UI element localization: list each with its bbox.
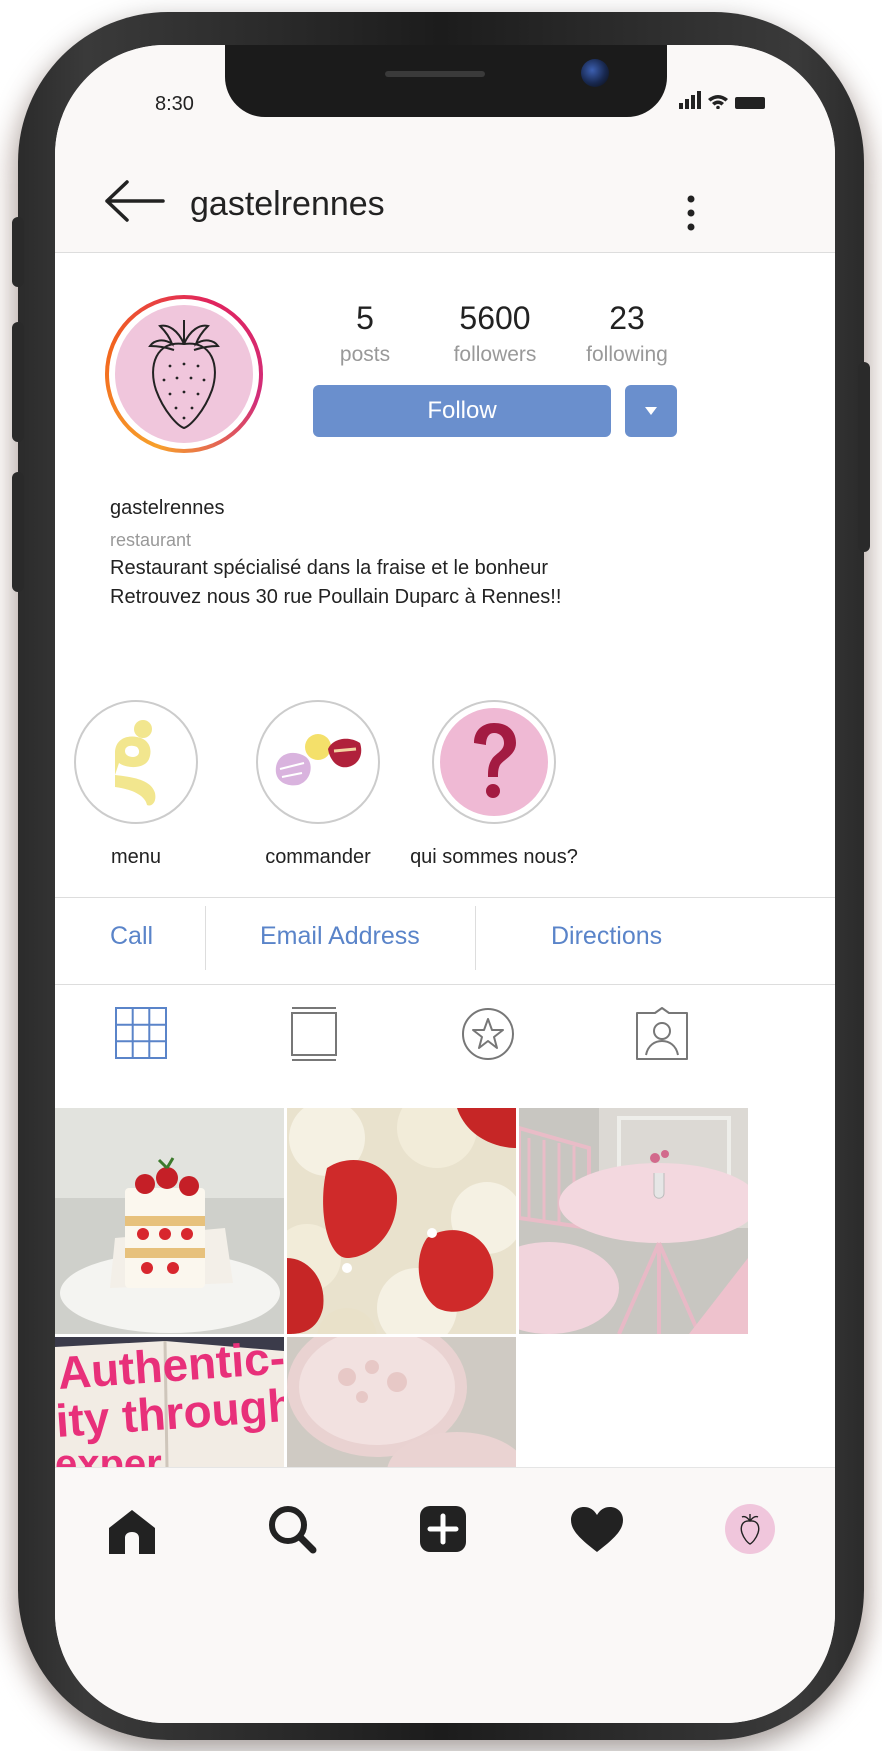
stat-posts-value: 5 (356, 300, 374, 336)
back-arrow-icon[interactable] (103, 179, 165, 223)
photo-strawberry-milk[interactable] (287, 1337, 516, 1467)
status-icons (679, 91, 765, 109)
front-camera (581, 59, 609, 87)
add-post-icon[interactable] (418, 1504, 468, 1554)
photo-pink-table[interactable] (519, 1108, 748, 1334)
strawberry-icon (148, 320, 220, 430)
email-address-button[interactable]: Email Address (260, 922, 420, 951)
profile-avatar[interactable] (105, 295, 263, 453)
header-username: gastelrennes (190, 185, 385, 223)
power-button (858, 362, 870, 552)
highlight-commander[interactable]: commander (248, 700, 388, 869)
highlight-menu-label: menu (110, 846, 162, 868)
stat-posts-label: posts (339, 343, 391, 366)
signal-icon (679, 91, 701, 109)
contact-divider (205, 906, 206, 970)
candy-icon (275, 734, 362, 786)
heart-icon[interactable] (569, 1506, 625, 1554)
battery-icon (735, 97, 765, 109)
volume-down-button (12, 472, 24, 592)
speaker-grille (385, 71, 485, 77)
caret-down-icon (645, 407, 657, 415)
letter-g-icon (115, 720, 156, 806)
highlight-menu[interactable]: menu (74, 700, 198, 869)
bio-line-2: Retrouvez nous 30 rue Poullain Duparc à … (110, 586, 562, 608)
bio-category: restaurant (110, 530, 192, 550)
stat-followers-value: 5600 (459, 300, 531, 336)
more-options-icon[interactable] (687, 195, 695, 231)
highlight-qui-sommes-nous-label: qui sommes nous? (410, 846, 578, 868)
screen: 8:30 gastelrennes 5 posts 5600 followers… (55, 45, 835, 1723)
magazine-line-3: exper (55, 1442, 162, 1467)
stat-following[interactable]: 23 following (567, 300, 687, 367)
bottom-navigation (55, 1467, 835, 1723)
profile-avatar-icon[interactable] (725, 1504, 775, 1554)
strawberry-icon (740, 1514, 760, 1545)
status-time: 8:30 (155, 93, 194, 115)
photo-strawberry-cake[interactable] (55, 1108, 284, 1334)
stat-posts[interactable]: 5 posts (305, 300, 425, 367)
tagged-user-icon[interactable] (635, 1007, 689, 1061)
call-button[interactable]: Call (110, 922, 153, 951)
home-icon[interactable] (107, 1508, 157, 1554)
highlight-qui-sommes-nous[interactable]: qui sommes nous? (409, 700, 579, 869)
directions-button[interactable]: Directions (551, 922, 662, 951)
profile-header: gastelrennes (55, 145, 835, 253)
stat-following-value: 23 (609, 300, 645, 336)
stat-followers[interactable]: 5600 followers (435, 300, 555, 367)
contact-divider (475, 906, 476, 970)
notch (225, 45, 667, 117)
grid-icon[interactable] (115, 1007, 167, 1059)
volume-up-button (12, 322, 24, 442)
wifi-icon (708, 95, 728, 109)
contact-bar: Call Email Address Directions (55, 897, 835, 985)
search-icon[interactable] (267, 1504, 317, 1554)
highlight-commander-label: commander (265, 846, 371, 868)
photo-magazine[interactable]: Authentic- ity through exper (55, 1337, 284, 1467)
star-icon[interactable] (461, 1007, 515, 1061)
feed-icon[interactable] (291, 1007, 337, 1061)
suggestions-dropdown-button[interactable] (625, 385, 677, 437)
bio-line-1: Restaurant spécialisé dans la fraise et … (110, 557, 549, 579)
mute-switch (12, 217, 24, 287)
profile-bio: gastelrennes restaurant Restaurant spéci… (110, 497, 790, 609)
photo-strawberries-cream[interactable] (287, 1108, 516, 1334)
stat-following-label: following (586, 343, 668, 366)
question-mark-icon (474, 723, 516, 798)
stat-followers-label: followers (453, 343, 537, 366)
bio-name: gastelrennes (110, 497, 225, 519)
follow-button[interactable]: Follow (313, 385, 611, 437)
